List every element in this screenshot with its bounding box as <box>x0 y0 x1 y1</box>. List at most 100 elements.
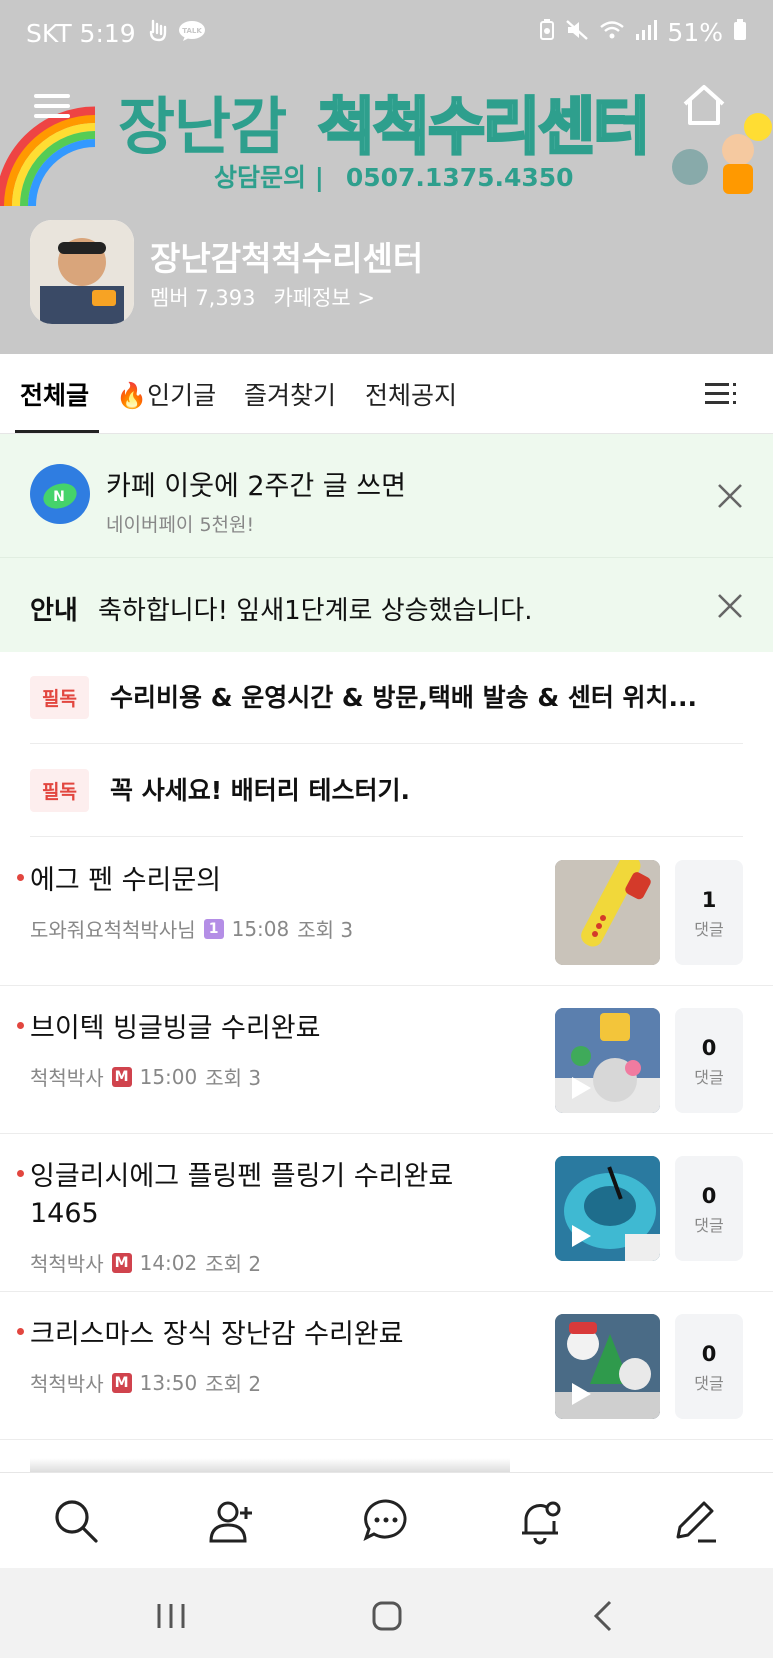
post-views: 조회 3 <box>297 918 354 942</box>
comment-count: 0 <box>701 1342 717 1366</box>
post-time: 15:00 <box>139 1064 198 1089</box>
cafe-banner: 장난감 척척수리센터 상담문의 | 0507.1375.4350 <box>0 58 773 207</box>
naverpay-icon: N <box>30 464 90 524</box>
member-level-badge: 1 <box>203 918 224 939</box>
search-icon[interactable] <box>52 1497 100 1545</box>
manager-badge: M <box>111 1372 132 1393</box>
cafe-info: 장난감척척수리센터 멤버 7,393 카페정보 > <box>30 220 750 330</box>
comment-count: 0 <box>701 1036 717 1060</box>
cafe-avatar[interactable] <box>30 220 134 324</box>
pinned-post[interactable]: 필독 수리비용 & 운영시간 & 방문,택배 발송 & 센터 위치... <box>30 652 743 744</box>
home-icon[interactable] <box>367 1596 407 1636</box>
post-views: 조회 3 <box>205 1066 262 1090</box>
must-read-badge: 필독 <box>30 769 89 812</box>
post-thumbnail[interactable] <box>555 860 660 965</box>
pinned-post-title: 꼭 사세요! 배터리 테스터기. <box>110 776 411 805</box>
post-time: 13:50 <box>139 1370 198 1395</box>
svg-text:N: N <box>53 489 65 505</box>
gesture-icon <box>146 18 168 48</box>
contact-number: 0507.1375.4350 <box>345 163 574 192</box>
battery-saver-icon <box>539 18 555 47</box>
promo-title: 카페 이웃에 2주간 글 쓰면 <box>106 471 406 502</box>
notice-text: 축하합니다! 잎새1단계로 상승했습니다. <box>98 596 533 626</box>
tab-notices[interactable]: 전체공지 <box>365 376 457 412</box>
post-time: 15:08 <box>231 916 290 941</box>
post-title: 잉글리시에그 플링펜 플링기 수리완료 1465 <box>30 1161 454 1229</box>
post-item[interactable]: 크리스마스 장식 장난감 수리완료 척척박사 M 13:50 조회 2 0 댓글 <box>0 1292 773 1440</box>
board-tabs: 전체글 🔥인기글 즐겨찾기 전체공지 <box>0 354 773 434</box>
comment-count-box[interactable]: 0 댓글 <box>675 1008 743 1113</box>
tab-popular[interactable]: 🔥인기글 <box>116 376 216 412</box>
battery-icon <box>733 18 747 47</box>
recent-apps-icon[interactable] <box>151 1596 191 1636</box>
write-icon[interactable] <box>670 1497 718 1545</box>
banner-title-main: 장난감 <box>118 90 287 163</box>
add-friend-icon[interactable] <box>208 1497 256 1545</box>
close-icon[interactable] <box>716 482 744 510</box>
post-item[interactable]: 잉글리시에그 플링펜 플링기 수리완료 1465 척척박사 M 14:02 조회… <box>0 1134 773 1292</box>
comment-count-box[interactable]: 0 댓글 <box>675 1156 743 1261</box>
banner-contact: 상담문의 | 0507.1375.4350 <box>214 158 574 194</box>
pinned-post[interactable]: 필독 꼭 사세요! 배터리 테스터기. <box>30 745 743 837</box>
post-meta: 척척박사 M 13:50 조회 2 <box>30 1368 261 1397</box>
comment-count: 0 <box>701 1184 717 1208</box>
cafe-name: 장난감척척수리센터 <box>150 239 424 278</box>
post-author: 척척박사 <box>30 1066 104 1090</box>
post-meta: 척척박사 M 15:00 조회 3 <box>30 1062 261 1091</box>
member-count: 멤버 7,393 <box>150 286 256 310</box>
tab-all-posts[interactable]: 전체글 <box>20 376 89 412</box>
comment-label: 댓글 <box>694 1216 724 1235</box>
post-item[interactable]: 브이텍 빙글빙글 수리완료 척척박사 M 15:00 조회 3 0 댓글 <box>0 986 773 1134</box>
menu-icon[interactable] <box>34 88 74 128</box>
post-title: 크리스마스 장식 장난감 수리완료 <box>30 1319 404 1350</box>
post-meta: 척척박사 M 14:02 조회 2 <box>30 1248 261 1277</box>
svg-text:TALK: TALK <box>182 27 202 35</box>
video-play-icon <box>572 1383 591 1405</box>
cafe-info-link[interactable]: 카페정보 > <box>273 282 375 312</box>
close-icon[interactable] <box>716 592 744 620</box>
bottom-nav <box>0 1472 773 1568</box>
manager-badge: M <box>111 1066 132 1087</box>
new-dot <box>17 1170 24 1177</box>
contact-label: 상담문의 | <box>214 163 324 192</box>
post-thumbnail[interactable] <box>555 1008 660 1113</box>
comment-label: 댓글 <box>694 1068 724 1087</box>
chat-icon[interactable] <box>362 1497 410 1545</box>
post-time: 14:02 <box>139 1250 198 1275</box>
comment-label: 댓글 <box>694 1374 724 1393</box>
level-up-notice: 안내 축하합니다! 잎새1단계로 상승했습니다. <box>0 558 773 652</box>
new-dot <box>17 1022 24 1029</box>
back-icon[interactable] <box>584 1596 624 1636</box>
manager-badge: M <box>111 1252 132 1273</box>
next-post-peek <box>30 1458 510 1472</box>
video-play-icon <box>572 1225 591 1247</box>
post-thumbnail[interactable] <box>555 1314 660 1419</box>
notice-tag: 안내 <box>30 596 78 626</box>
post-author: 도와줘요척척박사님 <box>30 918 196 942</box>
post-thumbnail[interactable] <box>555 1156 660 1261</box>
pinned-post-title: 수리비용 & 운영시간 & 방문,택배 발송 & 센터 위치... <box>110 683 698 712</box>
post-title: 에그 펜 수리문의 <box>30 865 222 896</box>
post-meta: 도와줘요척척박사님 1 15:08 조회 3 <box>30 914 353 943</box>
battery-percent: 51% <box>667 18 723 47</box>
post-item[interactable]: 에그 펜 수리문의 도와줘요척척박사님 1 15:08 조회 3 1 댓글 <box>0 838 773 986</box>
new-dot <box>17 874 24 881</box>
banner-title-sub: 척척수리센터 <box>316 89 651 165</box>
post-author: 척척박사 <box>30 1252 104 1276</box>
comment-count-box[interactable]: 0 댓글 <box>675 1314 743 1419</box>
tab-favorites[interactable]: 즐겨찾기 <box>244 376 336 412</box>
comment-count: 1 <box>701 888 717 912</box>
promo-subtitle: 네이버페이 5천원! <box>106 514 255 536</box>
notification-settings-icon[interactable] <box>516 1497 564 1545</box>
comment-count-box[interactable]: 1 댓글 <box>675 860 743 965</box>
post-views: 조회 2 <box>205 1372 262 1396</box>
new-dot <box>17 1328 24 1335</box>
talk-icon: TALK <box>178 19 206 48</box>
status-bar: SKT 5:19 TALK 51% <box>0 0 773 66</box>
active-tab-indicator <box>15 430 99 433</box>
board-list-icon[interactable] <box>705 380 737 408</box>
must-read-badge: 필독 <box>30 676 89 719</box>
cafe-meta: 멤버 7,393 카페정보 > <box>150 282 375 312</box>
promo-banner[interactable]: N 카페 이웃에 2주간 글 쓰면 네이버페이 5천원! <box>0 434 773 558</box>
video-play-icon <box>572 1077 591 1099</box>
